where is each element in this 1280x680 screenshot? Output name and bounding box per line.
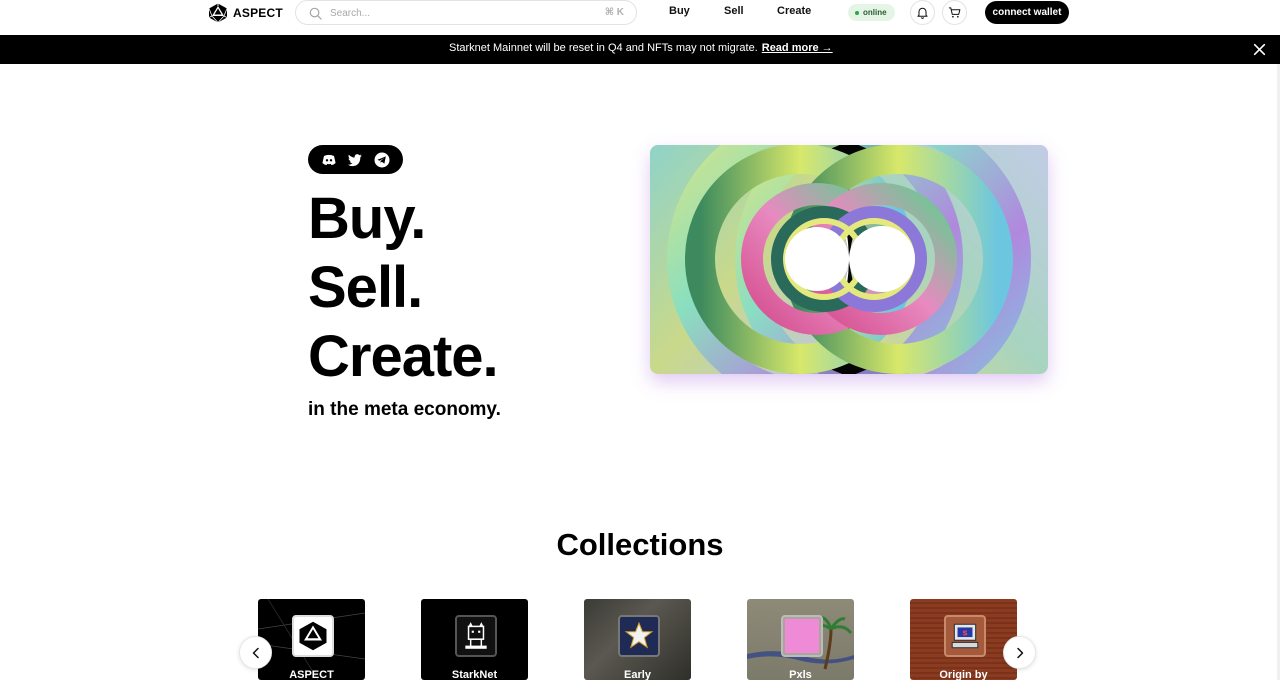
collection-name: Early bbox=[624, 669, 651, 680]
collection-name: StarkNet bbox=[451, 669, 498, 680]
carousel-next-button[interactable] bbox=[1003, 636, 1036, 669]
bell-icon bbox=[917, 7, 928, 19]
aspect-d20-icon bbox=[208, 3, 228, 23]
collection-card-aspect[interactable]: ASPECT bbox=[258, 599, 365, 680]
collection-thumb bbox=[618, 615, 660, 657]
infinity-rings-artwork bbox=[650, 145, 1048, 374]
collection-card-pxls[interactable]: Pxls bbox=[747, 599, 854, 680]
pixel-cat-icon bbox=[465, 622, 487, 649]
pink-pixel-square bbox=[785, 619, 819, 653]
aspect-d20-icon bbox=[299, 621, 327, 651]
status-dot-icon bbox=[855, 10, 859, 15]
telegram-icon bbox=[374, 152, 390, 167]
collection-card-origin[interactable]: S Origin by bbox=[910, 599, 1017, 680]
hero-artwork bbox=[650, 145, 1048, 374]
top-navbar: ASPECT ⌘ K Buy Sell Create online connec… bbox=[0, 0, 1280, 35]
chevron-left-icon bbox=[252, 647, 259, 658]
retro-computer-icon: S bbox=[951, 623, 979, 649]
hero-headline-buy: Buy. bbox=[308, 186, 426, 251]
discord-icon bbox=[322, 154, 336, 165]
social-links bbox=[308, 145, 403, 174]
search-icon bbox=[309, 7, 322, 20]
notifications-button[interactable] bbox=[910, 0, 935, 25]
brand-name: ASPECT bbox=[233, 6, 283, 20]
collection-name: Pxls bbox=[789, 669, 812, 680]
collection-thumb bbox=[781, 615, 823, 657]
search-input[interactable] bbox=[330, 5, 590, 21]
connect-wallet-button[interactable]: connect wallet bbox=[985, 1, 1069, 24]
hero-subtitle: in the meta economy. bbox=[308, 399, 501, 420]
twitter-link[interactable] bbox=[347, 151, 364, 168]
network-status-badge: online bbox=[848, 4, 895, 21]
search-bar[interactable]: ⌘ K bbox=[295, 0, 637, 25]
banner-read-more-link[interactable]: Read more → bbox=[762, 42, 833, 54]
carousel-prev-button[interactable] bbox=[239, 636, 272, 669]
cart-icon bbox=[948, 7, 961, 18]
twitter-icon bbox=[348, 153, 363, 166]
collections-title: Collections bbox=[556, 527, 724, 562]
status-label: online bbox=[863, 8, 887, 17]
collection-name: ASPECT bbox=[289, 669, 334, 680]
hero-headline-sell: Sell. bbox=[308, 255, 423, 320]
collection-thumb bbox=[455, 615, 497, 657]
chevron-right-icon bbox=[1016, 647, 1023, 658]
discord-link[interactable] bbox=[321, 151, 338, 168]
star-badge-icon bbox=[624, 621, 654, 649]
telegram-link[interactable] bbox=[373, 151, 390, 168]
collection-card-early[interactable]: Early bbox=[584, 599, 691, 680]
nav-buy-link[interactable]: Buy bbox=[669, 5, 690, 17]
hero-headline-create: Create. bbox=[308, 324, 499, 389]
nav-create-link[interactable]: Create bbox=[777, 5, 811, 17]
brand-logo[interactable]: ASPECT bbox=[208, 2, 283, 24]
nav-sell-link[interactable]: Sell bbox=[724, 5, 744, 17]
collection-thumb: S bbox=[944, 615, 986, 657]
search-shortcut-hint: ⌘ K bbox=[604, 7, 624, 18]
close-icon[interactable] bbox=[1252, 42, 1267, 57]
banner-message: Starknet Mainnet will be reset in Q4 and… bbox=[449, 42, 758, 54]
announcement-banner: Starknet Mainnet will be reset in Q4 and… bbox=[0, 35, 1280, 64]
banner-content: Starknet Mainnet will be reset in Q4 and… bbox=[449, 42, 833, 54]
collection-thumb bbox=[292, 615, 334, 657]
cart-button[interactable] bbox=[942, 0, 967, 25]
collection-name: Origin by bbox=[939, 669, 988, 680]
svg-text:S: S bbox=[962, 628, 967, 637]
collection-card-starknet[interactable]: StarkNet bbox=[421, 599, 528, 680]
